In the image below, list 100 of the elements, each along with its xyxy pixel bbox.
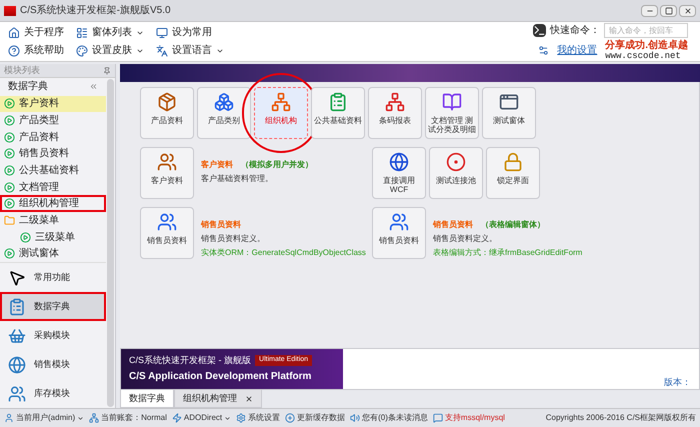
tile-icon <box>157 212 177 232</box>
module-tile[interactable]: 产品类别 <box>197 87 251 139</box>
tile-icon <box>271 92 291 112</box>
module-icon <box>8 298 26 316</box>
tab[interactable]: 数据字典 <box>120 390 174 408</box>
play-icon <box>4 198 15 210</box>
tile-icon <box>214 92 234 112</box>
status-item[interactable]: 系统设置 <box>236 412 280 424</box>
toolbar-button[interactable]: 系统帮助 <box>8 43 64 58</box>
close-icon <box>684 6 692 14</box>
tree-item[interactable]: 测试窗体 <box>0 245 106 262</box>
tab[interactable]: 组织机构管理 <box>174 390 262 408</box>
toolbar-icon <box>156 26 168 38</box>
module-tile[interactable]: 测试连接池 <box>429 147 483 199</box>
module-tile[interactable]: 直接调用WCF <box>372 147 426 199</box>
info-line: 销售员资料定义。 <box>433 233 498 245</box>
play-icon <box>4 182 15 193</box>
pin-icon[interactable] <box>103 66 111 74</box>
info-note: （表格编辑窗体） <box>481 219 545 231</box>
module-tile[interactable]: 组织机构 <box>254 87 308 139</box>
folder-icon <box>4 214 15 226</box>
toolbar-button[interactable]: 窗体列表 <box>76 25 144 40</box>
module-nav-item[interactable]: 常用功能 <box>0 263 106 292</box>
tree-item[interactable]: 二级菜单 <box>0 212 106 229</box>
tree-item[interactable]: 产品类型 <box>0 112 106 129</box>
module-nav-item[interactable]: 库存模块 <box>0 379 106 408</box>
toolbar-button[interactable]: 设置皮肤 <box>76 43 144 58</box>
tree-item[interactable]: 产品资料 <box>0 128 106 146</box>
copyright-text: Copyrights 2006-2016 C/S框架网版权所有 <box>546 412 696 424</box>
status-icon <box>432 413 443 423</box>
module-tile[interactable]: 测试窗体 <box>482 87 536 139</box>
app-logo-icon <box>4 6 16 16</box>
play-icon <box>20 232 31 243</box>
toolbar-button[interactable]: 设置语言 <box>156 43 224 58</box>
close-button[interactable] <box>679 4 696 16</box>
status-icon <box>89 413 100 423</box>
module-tile[interactable]: 锁定界面 <box>486 147 540 199</box>
toolbar-button[interactable]: 设为常用 <box>156 25 212 40</box>
module-nav-item[interactable]: 销售模块 <box>0 350 106 380</box>
module-tile[interactable]: 条码报表 <box>368 87 422 139</box>
tile-icon <box>442 92 462 112</box>
tree-item[interactable]: 文档管理 <box>0 178 106 196</box>
toolbar-icon <box>8 44 20 56</box>
module-tile[interactable]: 文档管理 测试分类及明细 <box>425 87 479 139</box>
status-item[interactable]: 您有(0)条未读消息 <box>350 412 428 424</box>
status-item[interactable]: 当前用户(admin) <box>4 412 84 424</box>
info-title: 销售员资料 <box>201 219 241 231</box>
toolbar-icon <box>76 26 88 38</box>
module-nav-item[interactable]: 数据字典 <box>0 292 106 322</box>
tree-item[interactable]: 销售员资料 <box>0 146 106 162</box>
tile-icon <box>385 92 405 112</box>
status-item[interactable]: 当前账套：Normal <box>89 412 167 424</box>
module-tile[interactable]: 销售员资料 <box>140 207 194 259</box>
module-tile[interactable]: 客户资料 <box>140 147 194 199</box>
quick-command-label: 快速命令： <box>550 24 600 38</box>
panel-title: 模块列表 <box>4 64 40 77</box>
play-icon <box>4 248 15 260</box>
maximize-button[interactable] <box>660 4 677 16</box>
toolbar-button[interactable]: 关于程序 <box>8 25 64 40</box>
status-item[interactable]: 支持mssql/mysql <box>432 412 505 424</box>
status-icon <box>4 413 14 423</box>
info-title: 客户资料 <box>201 159 233 171</box>
info-title: 销售员资料 <box>433 219 473 231</box>
caret-icon <box>77 414 84 422</box>
play-icon <box>4 115 15 126</box>
info-note: （模拟多用户并发） <box>241 159 313 171</box>
website-url: www.cscode.net <box>605 50 682 60</box>
play-icon <box>4 164 15 176</box>
tile-icon <box>389 212 409 232</box>
tile-icon <box>503 152 523 172</box>
tree-item[interactable]: 组织机构管理 <box>0 195 106 212</box>
module-nav-item[interactable]: 采购模块 <box>0 321 106 350</box>
command-field[interactable]: 输入命令，按回车 <box>604 22 688 38</box>
tree-item[interactable]: 客户资料 <box>0 96 106 112</box>
info-line: 表格编辑方式：继承frmBaseGridEditForm <box>433 247 584 259</box>
module-icon <box>8 356 26 374</box>
scrollbar[interactable] <box>107 79 114 407</box>
status-item[interactable]: 更新缓存数据 <box>285 412 346 424</box>
minimize-button[interactable] <box>641 4 658 16</box>
collapse-icon[interactable] <box>89 82 98 92</box>
status-icon <box>236 413 246 423</box>
module-tile[interactable]: 产品资料 <box>140 87 194 139</box>
close-icon[interactable] <box>245 394 253 402</box>
status-icon <box>172 413 182 423</box>
status-item[interactable]: ADODirect <box>172 412 232 424</box>
toolbar-icon <box>8 26 20 38</box>
my-settings-link[interactable]: 我的设置 <box>557 43 598 58</box>
version-label: 版本： <box>664 376 692 388</box>
module-tile[interactable]: 公共基础资料 <box>311 87 365 139</box>
module-tile[interactable]: 销售员资料 <box>372 207 426 259</box>
play-icon <box>4 132 15 143</box>
tree-item[interactable]: 三级菜单 <box>0 228 106 246</box>
play-icon <box>4 148 15 160</box>
tile-icon <box>446 152 466 172</box>
play-icon <box>4 98 15 110</box>
tile-icon <box>499 92 519 112</box>
banner-subtitle: C/S Application Development Platform <box>129 370 312 384</box>
tile-icon <box>157 92 177 112</box>
tree-item[interactable]: 公共基础资料 <box>0 162 106 179</box>
window-title: C/S系统快速开发框架-旗舰版V5.0 <box>20 4 171 18</box>
